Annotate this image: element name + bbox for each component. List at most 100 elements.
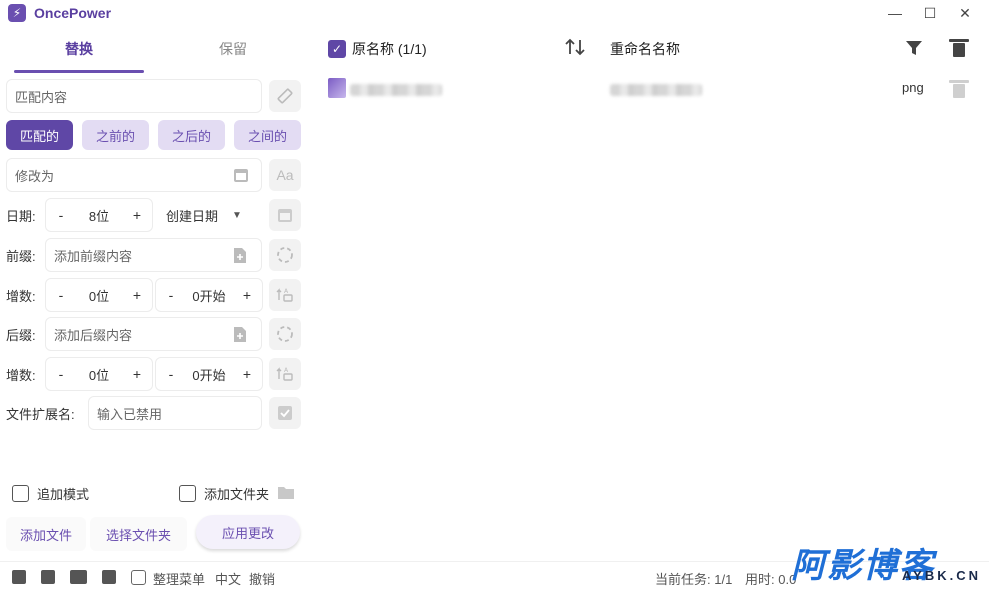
elapsed-time: 用时: 0.0: [745, 572, 797, 587]
organize-menu-checkbox[interactable]: [131, 570, 146, 585]
watermark-sub: AYBK.CN: [901, 568, 981, 583]
match-mode-after[interactable]: 之后的: [158, 120, 225, 150]
prefix-digits-stepper[interactable]: - 0位 +: [45, 278, 153, 312]
suffix-start-value[interactable]: 0开始: [178, 365, 240, 384]
task-progress: 当前任务: 1/1: [655, 572, 733, 587]
suffix-start-stepper[interactable]: - 0开始 +: [155, 357, 263, 391]
add-folder-checkbox[interactable]: 添加文件夹: [179, 484, 295, 503]
ruler-icon[interactable]: [269, 80, 301, 112]
replace-input[interactable]: 修改为: [6, 158, 262, 192]
date-type-select[interactable]: 创建日期 ▼: [166, 198, 242, 232]
replace-placeholder: 修改为: [15, 168, 55, 184]
date-plus-button[interactable]: +: [130, 207, 144, 223]
save-icon[interactable]: [12, 570, 26, 584]
select-all-checkbox[interactable]: ✓: [328, 40, 346, 58]
undo-button[interactable]: 撤销: [249, 569, 275, 588]
prefix-start-value[interactable]: 0开始: [178, 286, 240, 305]
left-panel: 替换 保留 匹配内容 匹配的 之前的 之后的 之间的 修改为 Aa 日期: - …: [0, 26, 306, 561]
table-row[interactable]: png: [306, 72, 989, 104]
maximize-button[interactable]: ☐: [912, 0, 948, 26]
add-folder-label: 添加文件夹: [204, 487, 270, 502]
mode-tabs: 替换 保留: [6, 32, 298, 73]
sort-letters-icon[interactable]: A: [269, 358, 301, 390]
file-list-header: ✓ 原名称 (1/1) 重命名名称: [306, 30, 989, 66]
match-mode-before[interactable]: 之前的: [82, 120, 149, 150]
calendar-icon[interactable]: [233, 167, 249, 184]
trash-icon[interactable]: [949, 79, 969, 99]
date-digits-value[interactable]: 8位: [68, 206, 130, 225]
original-filename-blurred: [350, 84, 442, 96]
file-plus-icon[interactable]: [233, 247, 249, 264]
prefix-start-stepper[interactable]: - 0开始 +: [155, 278, 263, 312]
suffix-placeholder: 添加后缀内容: [54, 327, 133, 343]
add-folder-box[interactable]: [179, 485, 196, 502]
file-plus-icon[interactable]: [233, 326, 249, 343]
suffix-label: 后缀:: [6, 327, 36, 343]
apply-changes-button[interactable]: 应用更改: [196, 515, 300, 549]
prefix-label: 前缀:: [6, 248, 36, 264]
append-mode-label: 追加模式: [37, 487, 90, 502]
append-mode-checkbox[interactable]: 追加模式: [12, 484, 89, 503]
tab-keep[interactable]: 保留: [168, 32, 298, 66]
active-tab-indicator: [14, 70, 144, 73]
prefix-input[interactable]: 添加前缀内容: [45, 238, 262, 272]
image-icon[interactable]: [70, 570, 87, 584]
svg-text:A: A: [284, 367, 289, 374]
extension-label: 文件扩展名:: [6, 406, 75, 422]
suffix-input[interactable]: 添加后缀内容: [45, 317, 262, 351]
prefix-digits-value[interactable]: 0位: [68, 286, 130, 305]
date-minus-button[interactable]: -: [54, 207, 68, 223]
folder-icon[interactable]: [277, 485, 295, 503]
match-mode-matched[interactable]: 匹配的: [6, 120, 73, 150]
trash-icon[interactable]: [949, 38, 969, 58]
clipboard-icon[interactable]: [41, 570, 55, 584]
app-title: OncePower: [34, 5, 112, 21]
suffix-increment-label: 增数:: [6, 367, 36, 383]
app-logo-icon: ⚡: [8, 4, 26, 22]
select-folder-button[interactable]: 选择文件夹: [90, 517, 187, 551]
organize-menu-label[interactable]: 整理菜单: [153, 569, 205, 588]
prefix-start-plus[interactable]: +: [240, 287, 254, 303]
date-type-value: 创建日期: [166, 208, 219, 224]
title-bar: ⚡ OncePower — ☐ ✕: [0, 0, 989, 26]
watermark: 阿影博客 AYBK.CN: [791, 538, 983, 588]
dashed-circle-icon[interactable]: [269, 239, 301, 271]
suffix-digits-minus[interactable]: -: [54, 366, 68, 382]
prefix-digits-minus[interactable]: -: [54, 287, 68, 303]
dashed-circle-icon[interactable]: [269, 318, 301, 350]
checkbox-icon[interactable]: [269, 397, 301, 429]
file-thumbnail: [328, 78, 346, 98]
sort-icon[interactable]: [564, 36, 586, 64]
date-digits-stepper[interactable]: - 8位 +: [45, 198, 153, 232]
suffix-digits-stepper[interactable]: - 0位 +: [45, 357, 153, 391]
suffix-digits-value[interactable]: 0位: [68, 365, 130, 384]
calendar-icon[interactable]: [269, 199, 301, 231]
prefix-start-minus[interactable]: -: [164, 287, 178, 303]
file-extension: png: [902, 80, 924, 95]
original-name-header[interactable]: 原名称 (1/1): [352, 39, 427, 59]
suffix-start-minus[interactable]: -: [164, 366, 178, 382]
prefix-increment-label: 增数:: [6, 288, 36, 304]
date-label: 日期:: [6, 208, 36, 224]
caret-down-icon: ▼: [232, 209, 242, 221]
match-mode-between[interactable]: 之间的: [234, 120, 301, 150]
append-mode-box[interactable]: [12, 485, 29, 502]
extension-input: 输入已禁用: [88, 396, 262, 430]
suffix-digits-plus[interactable]: +: [130, 366, 144, 382]
font-case-icon[interactable]: Aa: [269, 159, 301, 191]
filter-icon[interactable]: [904, 38, 924, 58]
minimize-button[interactable]: —: [877, 0, 913, 26]
prefix-placeholder: 添加前缀内容: [54, 248, 133, 264]
csv-icon[interactable]: [102, 570, 116, 584]
prefix-digits-plus[interactable]: +: [130, 287, 144, 303]
match-input[interactable]: 匹配内容: [6, 79, 262, 113]
tab-replace[interactable]: 替换: [14, 32, 144, 66]
close-button[interactable]: ✕: [947, 0, 983, 26]
sort-letters-icon[interactable]: A: [269, 279, 301, 311]
language-toggle[interactable]: 中文: [215, 569, 241, 588]
add-file-button[interactable]: 添加文件: [6, 517, 86, 551]
suffix-start-plus[interactable]: +: [240, 366, 254, 382]
renamed-name-header: 重命名名称: [610, 41, 680, 57]
svg-text:A: A: [284, 288, 289, 295]
renamed-filename-blurred: [610, 84, 702, 96]
